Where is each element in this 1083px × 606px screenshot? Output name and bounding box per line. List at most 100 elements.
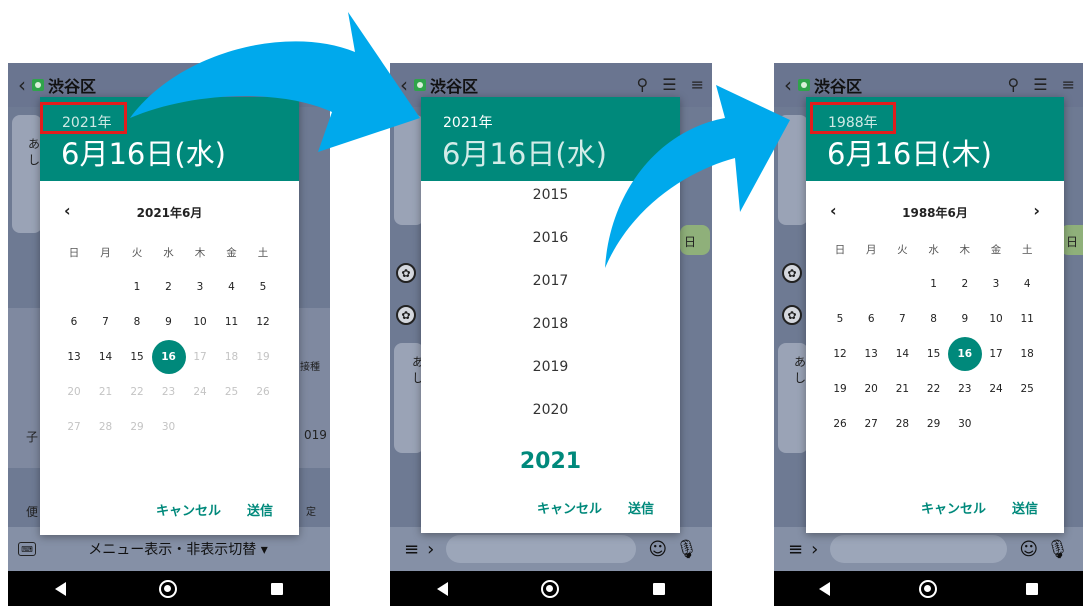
back-arrow-icon[interactable]: ‹	[18, 73, 26, 97]
menu-icon[interactable]: ≡	[788, 539, 803, 560]
day-cell[interactable]: 14	[886, 344, 918, 364]
day-cell[interactable]: 30	[949, 414, 981, 434]
nav-back-icon[interactable]	[818, 581, 830, 596]
day-cell[interactable]: 3	[184, 277, 216, 297]
nav-back-icon[interactable]	[436, 581, 448, 596]
day-cell[interactable]: 15	[121, 347, 153, 367]
day-cell[interactable]: 18	[1011, 344, 1043, 364]
day-cell[interactable]: 10	[980, 309, 1012, 329]
day-cell[interactable]: 8	[918, 309, 950, 329]
nav-home-icon[interactable]	[541, 579, 560, 598]
emoji-icon[interactable]: ☺	[648, 539, 667, 560]
day-cell[interactable]: 28	[886, 414, 918, 434]
day-cell[interactable]: 4	[216, 277, 248, 297]
day-cell[interactable]: 9	[153, 312, 185, 332]
day-cell[interactable]: 6	[855, 309, 887, 329]
selected-year-item[interactable]: 2021	[421, 449, 680, 474]
day-cell[interactable]: 30	[153, 417, 185, 437]
nav-home-icon[interactable]	[918, 579, 937, 598]
nav-recents-icon[interactable]	[653, 582, 666, 595]
day-cell[interactable]: 5	[247, 277, 279, 297]
selected-day-cell[interactable]: 16	[153, 347, 185, 367]
day-cell[interactable]: 11	[216, 312, 248, 332]
day-cell[interactable]: 24	[980, 379, 1012, 399]
day-cell[interactable]: 7	[90, 312, 122, 332]
nav-recents-icon[interactable]	[1026, 582, 1039, 595]
nav-back-icon[interactable]	[54, 581, 66, 596]
day-cell[interactable]: 23	[153, 382, 185, 402]
year-item[interactable]: 2015	[421, 187, 680, 203]
back-arrow-icon[interactable]: ‹	[400, 73, 408, 97]
day-cell[interactable]: 27	[58, 417, 90, 437]
cancel-button[interactable]: キャンセル	[156, 500, 221, 519]
notes-icon[interactable]: ☰	[662, 75, 676, 94]
cancel-button[interactable]: キャンセル	[537, 498, 602, 517]
day-cell[interactable]: 20	[58, 382, 90, 402]
menu-icon[interactable]: ≡	[691, 75, 704, 94]
day-cell[interactable]: 13	[58, 347, 90, 367]
day-cell[interactable]: 21	[886, 379, 918, 399]
keyboard-icon[interactable]: ⌨	[18, 542, 36, 556]
day-cell[interactable]: 13	[855, 344, 887, 364]
day-cell[interactable]: 7	[886, 309, 918, 329]
notes-icon[interactable]: ☰	[1033, 75, 1047, 94]
menu-icon[interactable]: ≡	[404, 539, 419, 560]
year-item[interactable]: 2016	[421, 230, 680, 246]
day-cell[interactable]: 21	[90, 382, 122, 402]
day-cell[interactable]: 22	[918, 379, 950, 399]
day-cell[interactable]: 26	[824, 414, 856, 434]
day-cell[interactable]: 15	[918, 344, 950, 364]
cancel-button[interactable]: キャンセル	[921, 498, 986, 517]
emoji-icon[interactable]: ☺	[1019, 539, 1038, 560]
day-cell[interactable]: 3	[980, 274, 1012, 294]
search-icon[interactable]: ⚲	[1008, 75, 1020, 94]
header-year[interactable]: 2021年	[443, 112, 493, 132]
year-item[interactable]: 2020	[421, 402, 680, 418]
day-cell[interactable]: 22	[121, 382, 153, 402]
message-input[interactable]	[830, 535, 1008, 563]
submit-button[interactable]: 送信	[1012, 498, 1038, 517]
day-cell[interactable]: 27	[855, 414, 887, 434]
microphone-icon[interactable]: 🎙	[675, 539, 698, 560]
submit-button[interactable]: 送信	[628, 498, 654, 517]
day-cell[interactable]: 23	[949, 379, 981, 399]
nav-home-icon[interactable]	[159, 579, 178, 598]
year-item[interactable]: 2018	[421, 316, 680, 332]
day-cell[interactable]: 9	[949, 309, 981, 329]
submit-button[interactable]: 送信	[247, 500, 273, 519]
day-cell[interactable]: 1	[121, 277, 153, 297]
day-cell[interactable]: 24	[184, 382, 216, 402]
year-item[interactable]: 2017	[421, 273, 680, 289]
day-cell[interactable]: 10	[184, 312, 216, 332]
selected-day-cell[interactable]: 16	[949, 344, 981, 364]
year-item[interactable]: 2019	[421, 359, 680, 375]
day-cell[interactable]: 14	[90, 347, 122, 367]
day-cell[interactable]: 8	[121, 312, 153, 332]
day-cell[interactable]: 12	[824, 344, 856, 364]
day-cell[interactable]: 12	[247, 312, 279, 332]
day-cell[interactable]: 20	[855, 379, 887, 399]
day-cell[interactable]: 26	[247, 382, 279, 402]
day-cell[interactable]: 17	[184, 347, 216, 367]
microphone-icon[interactable]: 🎙	[1046, 539, 1069, 560]
day-cell[interactable]: 4	[1011, 274, 1043, 294]
day-cell[interactable]: 25	[216, 382, 248, 402]
day-cell[interactable]: 6	[58, 312, 90, 332]
day-cell[interactable]: 29	[918, 414, 950, 434]
day-cell[interactable]: 2	[153, 277, 185, 297]
day-cell[interactable]: 11	[1011, 309, 1043, 329]
search-icon[interactable]: ⚲	[637, 75, 649, 94]
back-arrow-icon[interactable]: ‹	[784, 73, 792, 97]
nav-recents-icon[interactable]	[271, 582, 284, 595]
menu-icon[interactable]: ≡	[1062, 75, 1075, 94]
day-cell[interactable]: 5	[824, 309, 856, 329]
day-cell[interactable]: 29	[121, 417, 153, 437]
day-cell[interactable]: 18	[216, 347, 248, 367]
message-input[interactable]	[446, 535, 637, 563]
day-cell[interactable]: 28	[90, 417, 122, 437]
day-cell[interactable]: 19	[824, 379, 856, 399]
day-cell[interactable]: 17	[980, 344, 1012, 364]
chevron-right-icon[interactable]: ›	[1033, 201, 1040, 220]
chevron-right-icon[interactable]: ›	[811, 539, 818, 560]
day-cell[interactable]: 1	[918, 274, 950, 294]
